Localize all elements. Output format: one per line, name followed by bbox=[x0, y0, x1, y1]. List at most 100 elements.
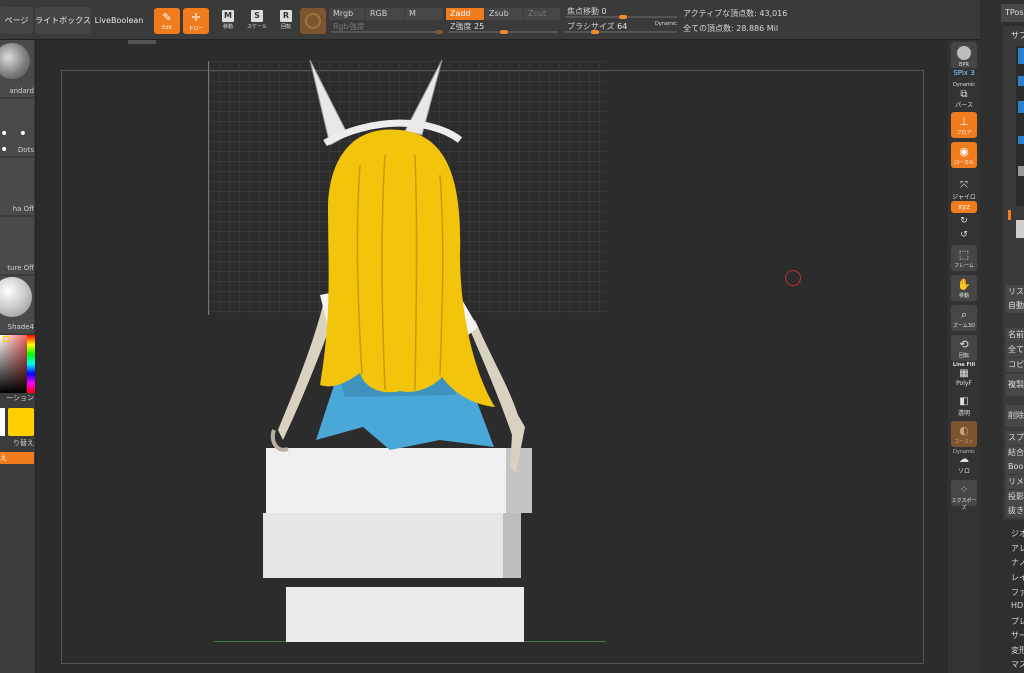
spix-slider[interactable]: SPix 3 bbox=[948, 69, 980, 77]
stroke-selector[interactable]: • • • Dots bbox=[0, 99, 34, 158]
rgb-intensity-knob[interactable] bbox=[435, 30, 443, 34]
liveboolean-button[interactable]: LiveBoolean bbox=[93, 7, 145, 34]
deformation-menu[interactable]: 変形 bbox=[1011, 645, 1024, 656]
character-model[interactable] bbox=[250, 55, 550, 655]
xpose-icon: ⁘ bbox=[959, 483, 969, 496]
ghost-icon: ◐ bbox=[959, 424, 969, 437]
focal-shift-slider[interactable]: 焦点移動 0 bbox=[563, 6, 679, 19]
rotate-z-icon[interactable]: ↺ bbox=[948, 230, 980, 240]
zoom-3d-button[interactable]: ⌕ ズーム3D bbox=[951, 305, 977, 331]
pedestal-middle-block bbox=[263, 513, 503, 578]
pedestal-bottom-block bbox=[286, 587, 524, 642]
subtool-thumb-2[interactable] bbox=[1018, 76, 1024, 86]
gradient-label[interactable]: ーション bbox=[0, 393, 34, 403]
zcut-toggle[interactable]: Zcut bbox=[524, 8, 560, 20]
ghost-button[interactable]: ◐ ゴースト bbox=[951, 421, 977, 447]
rotate-view-button[interactable]: ⟲ 回転 bbox=[951, 335, 977, 361]
solo-icon[interactable]: ☁ bbox=[948, 454, 980, 465]
rename-button[interactable]: 名前 bbox=[1006, 328, 1024, 342]
rotate-y-icon[interactable]: ↻ bbox=[948, 216, 980, 226]
scale-mode-button[interactable]: S スケール bbox=[246, 8, 268, 34]
persp-icon[interactable]: ⧉ bbox=[948, 89, 980, 100]
zadd-toggle[interactable]: Zadd bbox=[446, 8, 484, 20]
lightbox-button[interactable]: ライトボックス bbox=[35, 7, 91, 34]
spix-value: 3 bbox=[970, 69, 975, 77]
bpr-render-button[interactable]: BPR bbox=[951, 42, 977, 68]
focal-shift-knob[interactable] bbox=[619, 15, 627, 19]
canvas-scrollbar-thumb[interactable] bbox=[128, 40, 156, 44]
layers-menu[interactable]: レイ bbox=[1011, 572, 1024, 583]
split-menu[interactable]: スプ bbox=[1006, 431, 1024, 445]
gyro-icon[interactable]: ⤧ bbox=[948, 180, 980, 191]
brush-cursor bbox=[785, 270, 801, 286]
move-view-button[interactable]: ✋ 移動 bbox=[951, 275, 977, 301]
brush-size-knob[interactable] bbox=[591, 30, 599, 34]
rgb-intensity-slider[interactable]: Rgb強度 bbox=[329, 21, 443, 34]
copy-button[interactable]: コピ bbox=[1006, 358, 1024, 372]
project-menu[interactable]: 投影 bbox=[1006, 490, 1024, 504]
subtool-thumb-3[interactable] bbox=[1018, 101, 1024, 113]
brush-selector[interactable]: andard bbox=[0, 40, 34, 97]
zsub-toggle[interactable]: Zsub bbox=[485, 8, 523, 20]
list-all-button[interactable]: リス bbox=[1006, 285, 1024, 299]
tpose-button[interactable]: TPos bbox=[1001, 4, 1024, 22]
main-color-swatch[interactable] bbox=[8, 408, 34, 436]
remesh-menu[interactable]: リメ bbox=[1006, 475, 1024, 489]
all-low-button[interactable]: 全て bbox=[1006, 343, 1024, 357]
duplicate-button[interactable]: 複製 bbox=[1006, 374, 1024, 396]
subtool-scroll-indicator[interactable] bbox=[1008, 210, 1011, 220]
nanomesh-menu[interactable]: ナノ bbox=[1011, 557, 1024, 568]
z-intensity-value: 25 bbox=[474, 22, 485, 31]
material-swatch-button[interactable] bbox=[300, 8, 326, 34]
delete-button[interactable]: 削除 bbox=[1006, 405, 1024, 427]
geometry-menu[interactable]: ジオ bbox=[1011, 528, 1024, 539]
subtool-thumb-active[interactable] bbox=[1016, 220, 1024, 238]
subtool-thumb-4[interactable] bbox=[1018, 136, 1024, 144]
mrgb-toggle[interactable]: Mrgb bbox=[329, 8, 365, 20]
xpose-button[interactable]: ⁘ エクスポーズ bbox=[951, 480, 977, 511]
xyz-axis-button[interactable]: xyz bbox=[951, 201, 977, 213]
edit-mode-button[interactable]: ✎ Edit bbox=[154, 8, 180, 34]
rotate-icon: R bbox=[280, 10, 292, 22]
brush-size-slider[interactable]: ブラシサイズ 64 Dynamic bbox=[563, 18, 679, 34]
alpha-selector[interactable]: ha Off bbox=[0, 158, 34, 215]
extract-menu[interactable]: 抜き bbox=[1006, 504, 1024, 518]
frame-button[interactable]: ⬚ フレーム bbox=[951, 245, 977, 271]
subtool-thumb-1[interactable] bbox=[1018, 48, 1024, 64]
hue-strip[interactable] bbox=[27, 335, 35, 393]
surface-menu[interactable]: サー bbox=[1011, 630, 1024, 641]
brush-size-dynamic-label[interactable]: Dynamic bbox=[655, 18, 677, 30]
z-intensity-knob[interactable] bbox=[500, 30, 508, 34]
subtool-thumb-5[interactable] bbox=[1018, 166, 1024, 176]
rgb-toggle[interactable]: RGB bbox=[366, 8, 404, 20]
color-picker-handle[interactable] bbox=[3, 336, 9, 342]
masking-menu[interactable]: マス bbox=[1011, 659, 1024, 670]
material-selector[interactable]: Shade4 bbox=[0, 276, 34, 333]
m-toggle[interactable]: M bbox=[405, 8, 443, 20]
floor-grid-button[interactable]: ⊥ フロア bbox=[951, 112, 977, 138]
secondary-color-swatch[interactable] bbox=[0, 408, 5, 436]
preview-menu[interactable]: プレ bbox=[1011, 616, 1024, 627]
bpr-label: BPR bbox=[959, 62, 969, 68]
draw-mode-button[interactable]: ✛ ドロー bbox=[183, 8, 209, 34]
move-mode-button[interactable]: M 移動 bbox=[217, 8, 239, 34]
boolean-menu[interactable]: Bool bbox=[1006, 460, 1024, 474]
z-intensity-label: Z強度 bbox=[450, 22, 472, 31]
fibermesh-menu[interactable]: ファ bbox=[1011, 587, 1024, 598]
texture-selector[interactable]: ture Off bbox=[0, 217, 34, 274]
auto-collapse-button[interactable]: 自動 bbox=[1006, 299, 1024, 313]
polyf-icon[interactable]: ▦ bbox=[948, 368, 980, 379]
swap-color-button[interactable]: え bbox=[0, 452, 34, 464]
rotate-view-icon: ⟲ bbox=[959, 338, 969, 351]
subtool-header[interactable]: サブ bbox=[1011, 30, 1024, 41]
z-intensity-slider[interactable]: Z強度 25 bbox=[446, 21, 560, 34]
rotate-mode-button[interactable]: R 回転 bbox=[275, 8, 297, 34]
merge-menu[interactable]: 結合 bbox=[1006, 446, 1024, 460]
switch-color-label[interactable]: り替え bbox=[0, 438, 34, 448]
hd-geometry-menu[interactable]: HD bbox=[1011, 601, 1024, 610]
homepage-button[interactable]: ページ bbox=[0, 7, 33, 34]
local-rotation-button[interactable]: ◉ ローカル bbox=[951, 142, 977, 168]
array-mesh-menu[interactable]: アレ bbox=[1011, 543, 1024, 554]
subtool-list[interactable] bbox=[1016, 46, 1024, 206]
transparency-icon[interactable]: ◧ bbox=[948, 396, 980, 407]
